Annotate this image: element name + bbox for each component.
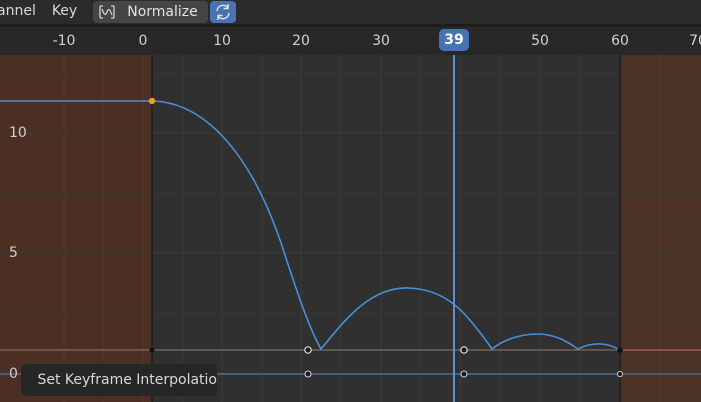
keyframe[interactable] (460, 346, 468, 354)
keyframe[interactable] (304, 370, 312, 378)
y-axis-label: 5 (9, 245, 18, 261)
channel-menu[interactable]: annel (0, 0, 36, 24)
refresh-icon (216, 4, 230, 20)
graph-canvas[interactable] (0, 55, 701, 402)
frame-ruler[interactable]: -10 0 10 20 30 40 50 60 70 39 (0, 27, 701, 55)
graph-editor: annel Key Normalize -10 0 10 20 30 40 50… (0, 0, 701, 402)
ruler-label: 60 (611, 33, 629, 49)
normalize-icon (99, 5, 115, 19)
keyframe-selected[interactable] (148, 97, 156, 105)
normalize-label: Normalize (127, 4, 198, 20)
header-bar: annel Key Normalize (0, 0, 701, 24)
y-axis-label: 0 (9, 366, 18, 382)
key-menu[interactable]: Key (52, 0, 77, 24)
keyframe[interactable] (617, 347, 623, 353)
keyframe[interactable] (616, 370, 624, 378)
last-operator-panel[interactable]: Set Keyframe Interpolatio (21, 364, 217, 396)
ruler-label: -10 (52, 33, 76, 49)
keyframe[interactable] (460, 370, 468, 378)
auto-normalize-button[interactable] (209, 1, 236, 23)
current-frame-indicator[interactable]: 39 (439, 29, 469, 51)
ruler-label: 70 (689, 33, 701, 49)
ruler-label: 30 (372, 33, 390, 49)
operator-label: Set Keyframe Interpolatio (37, 372, 217, 388)
ruler-label: 50 (531, 33, 549, 49)
ruler-label: 10 (213, 33, 231, 49)
y-axis-label: 10 (9, 125, 27, 141)
ruler-label: 0 (138, 33, 148, 49)
graph-area[interactable]: 10 5 0 (0, 55, 701, 402)
keyframe[interactable] (304, 346, 312, 354)
keyframe[interactable] (149, 347, 155, 353)
normalize-toggle[interactable]: Normalize (93, 1, 208, 23)
ruler-label: 20 (292, 33, 310, 49)
